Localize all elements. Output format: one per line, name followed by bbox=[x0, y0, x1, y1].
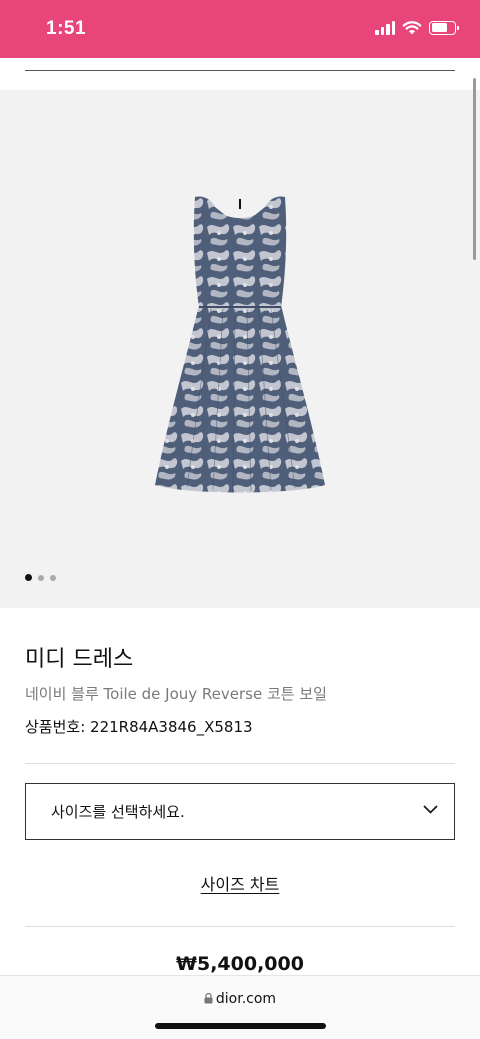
carousel-dot-1[interactable] bbox=[25, 574, 32, 581]
product-price: ₩5,400,000 bbox=[176, 953, 304, 975]
product-subtitle: 네이비 블루 Toile de Jouy Reverse 코튼 보일 bbox=[25, 685, 327, 703]
size-chart-link[interactable]: 사이즈 차트 bbox=[201, 875, 280, 894]
url-text[interactable]: dior.com bbox=[216, 991, 276, 1007]
dress-image[interactable] bbox=[153, 195, 327, 497]
home-indicator[interactable] bbox=[155, 1023, 326, 1029]
wifi-icon bbox=[402, 21, 422, 35]
size-select-label: 사이즈를 선택하세요. bbox=[51, 803, 185, 821]
size-select[interactable]: 사이즈를 선택하세요. bbox=[25, 783, 455, 840]
carousel-dots[interactable] bbox=[25, 574, 56, 581]
product-sku: 상품번호: 221R84A3846_X5813 bbox=[25, 718, 253, 736]
product-title: 미디 드레스 bbox=[25, 647, 134, 672]
divider bbox=[25, 763, 455, 764]
battery-icon bbox=[429, 20, 459, 35]
header-divider bbox=[25, 70, 455, 71]
browser-address-bar[interactable]: dior.com bbox=[0, 975, 480, 1039]
carousel-dot-3[interactable] bbox=[50, 574, 56, 581]
status-bar: 1:51 bbox=[0, 0, 480, 58]
divider bbox=[25, 926, 455, 927]
page-scrollbar[interactable] bbox=[473, 78, 476, 260]
carousel-dot-2[interactable] bbox=[38, 574, 44, 581]
signal-icon bbox=[375, 20, 395, 35]
product-gallery[interactable] bbox=[0, 90, 480, 608]
chevron-down-icon bbox=[423, 805, 438, 814]
status-icons bbox=[375, 20, 459, 35]
status-time: 1:51 bbox=[46, 18, 87, 39]
lock-icon bbox=[204, 993, 213, 1004]
